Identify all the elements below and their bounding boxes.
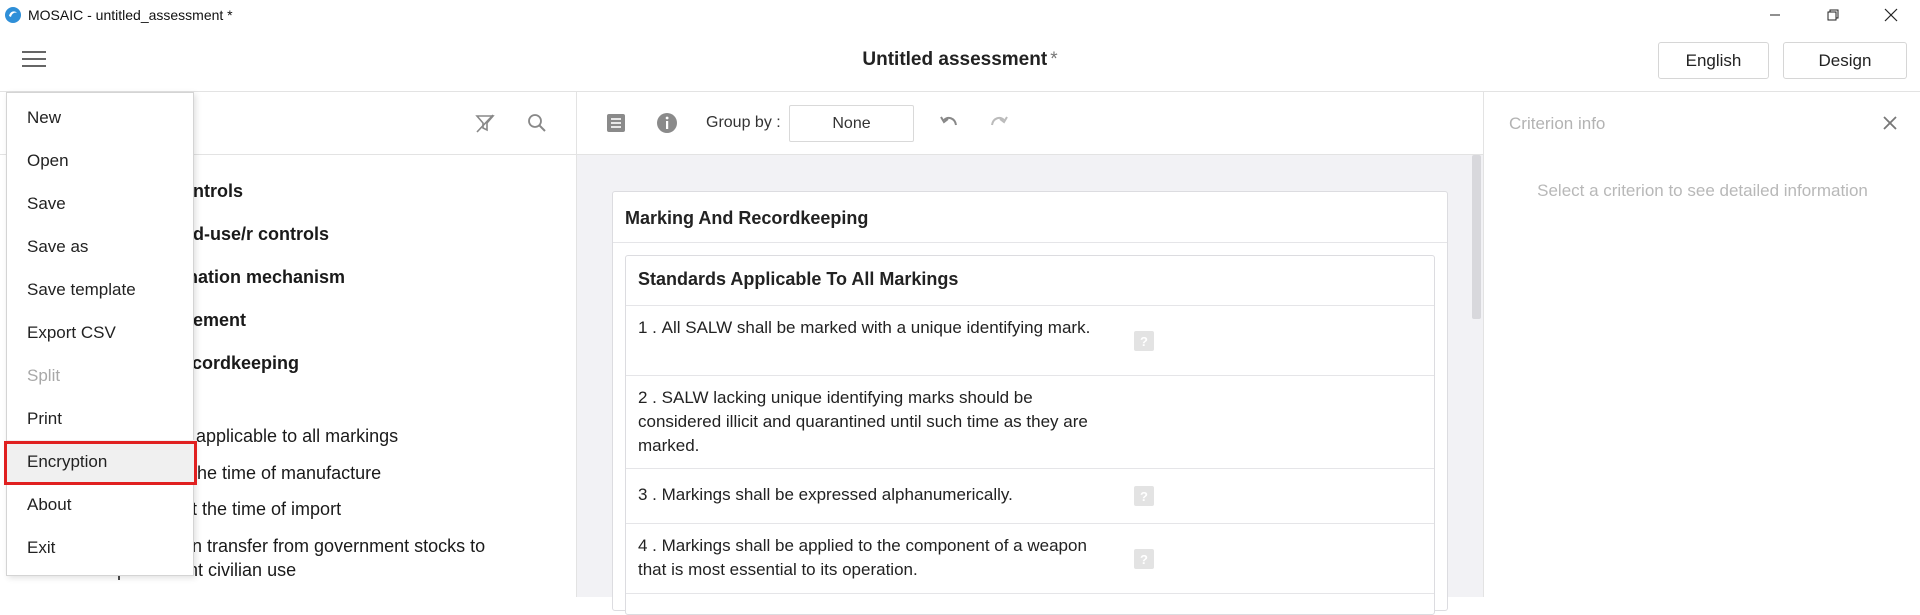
criterion-row[interactable]: 3 . Markings shall be expressed alphanum… <box>626 468 1434 523</box>
section-title: Marking And Recordkeeping <box>625 208 869 228</box>
minimize-icon <box>1770 14 1780 15</box>
subsection-title: Standards Applicable To All Markings <box>638 269 959 289</box>
close-panel-icon[interactable] <box>1879 112 1901 134</box>
redo-icon[interactable] <box>988 112 1010 134</box>
criterion-row[interactable]: 2 . SALW lacking unique identifying mark… <box>626 375 1434 468</box>
tree-item[interactable]: ination mechanism <box>182 267 345 288</box>
criterion-info-hint: Select a criterion to see detailed infor… <box>1537 181 1868 200</box>
subsection-card: Standards Applicable To All Markings 1 .… <box>625 255 1435 615</box>
app-header: Untitled assessment * English Design <box>0 29 1920 92</box>
criterion-row[interactable]: 4 . Markings shall be applied to the com… <box>626 523 1434 593</box>
criterion-info-panel: Criterion info Select a criterion to see… <box>1483 92 1920 597</box>
document-title: Untitled assessment * <box>0 49 1920 71</box>
criterion-text: 4 . Markings shall be applied to the com… <box>638 534 1108 582</box>
window-title: MOSAIC - untitled_assessment * <box>28 6 233 23</box>
tree-item[interactable]: at the time of import <box>182 499 341 520</box>
menu-item-export-csv[interactable]: Export CSV <box>7 311 195 354</box>
criterion-label: SALW lacking unique identifying marks sh… <box>638 388 1088 455</box>
document-title-text: Untitled assessment <box>862 49 1048 70</box>
criterion-number: 1 . <box>638 318 657 337</box>
restore-icon <box>1827 9 1839 20</box>
criterion-number: 2 . <box>638 388 657 407</box>
close-window-button[interactable] <box>1862 0 1920 29</box>
criterion-text: 2 . SALW lacking unique identifying mark… <box>638 386 1108 458</box>
criterion-number: 4 . <box>638 536 657 555</box>
menu-item-save[interactable]: Save <box>7 182 195 225</box>
criterion-number: 3 . <box>638 485 657 504</box>
search-icon[interactable] <box>526 112 548 134</box>
tree-item[interactable]: t the time of manufacture <box>182 463 381 484</box>
menu-item-exit[interactable]: Exit <box>7 526 195 569</box>
menu-item-open[interactable]: Open <box>7 139 195 182</box>
assessment-content-panel: Group by : None Marking And Recordkeepin… <box>577 92 1483 615</box>
menu-item-save-template[interactable]: Save template <box>7 268 195 311</box>
undo-icon[interactable] <box>938 112 960 134</box>
close-icon <box>1884 8 1898 21</box>
list-view-icon[interactable] <box>605 112 627 134</box>
content-scrollbar[interactable] <box>1472 155 1481 319</box>
content-toolbar: Group by : None <box>577 92 1483 155</box>
tree-item[interactable]: s applicable to all markings <box>182 426 398 447</box>
tree-item[interactable]: ecordkeeping <box>182 353 299 374</box>
clear-filter-icon[interactable] <box>474 112 496 134</box>
modified-marker: * <box>1050 49 1058 70</box>
menu-item-print[interactable]: Print <box>7 397 195 440</box>
tree-item[interactable]: on transfer from government stocks to <box>182 536 485 557</box>
criterion-label: Markings shall be expressed alphanumeric… <box>661 485 1013 504</box>
design-mode-button[interactable]: Design <box>1783 42 1907 79</box>
help-icon[interactable]: ? <box>1134 486 1154 506</box>
menu-item-about[interactable]: About <box>7 483 195 526</box>
menu-item-save-as[interactable]: Save as <box>7 225 195 268</box>
section-card: Marking And Recordkeeping Standards Appl… <box>612 191 1448 615</box>
mosaic-app-icon <box>5 6 21 23</box>
criterion-row[interactable]: 1 . All SALW shall be marked with a uniq… <box>626 305 1434 375</box>
info-icon[interactable] <box>656 112 678 134</box>
criterion-info-title: Criterion info <box>1509 114 1606 133</box>
language-button[interactable]: English <box>1658 42 1769 79</box>
criterion-row[interactable] <box>626 593 1434 613</box>
menu-item-new[interactable]: New <box>7 96 195 139</box>
help-icon[interactable]: ? <box>1134 549 1154 569</box>
file-menu: New Open Save Save as Save template Expo… <box>6 92 195 576</box>
window-titlebar: MOSAIC - untitled_assessment * <box>0 0 1920 29</box>
criterion-text: 1 . All SALW shall be marked with a uniq… <box>638 316 1108 340</box>
tree-item[interactable]: nd-use/r controls <box>182 224 329 245</box>
divider <box>613 242 1447 243</box>
restore-button[interactable] <box>1804 0 1862 29</box>
group-by-label: Group by : <box>706 114 781 131</box>
help-icon[interactable]: ? <box>1134 331 1154 351</box>
criterion-label: All SALW shall be marked with a unique i… <box>661 318 1091 337</box>
criterion-label: Markings shall be applied to the compone… <box>638 536 1087 579</box>
minimize-button[interactable] <box>1746 0 1804 29</box>
menu-item-split: Split <box>27 365 61 385</box>
group-by-select[interactable]: None <box>789 105 914 142</box>
menu-item-encryption[interactable]: Encryption <box>7 440 195 483</box>
criterion-text: 3 . Markings shall be expressed alphanum… <box>638 483 1108 507</box>
